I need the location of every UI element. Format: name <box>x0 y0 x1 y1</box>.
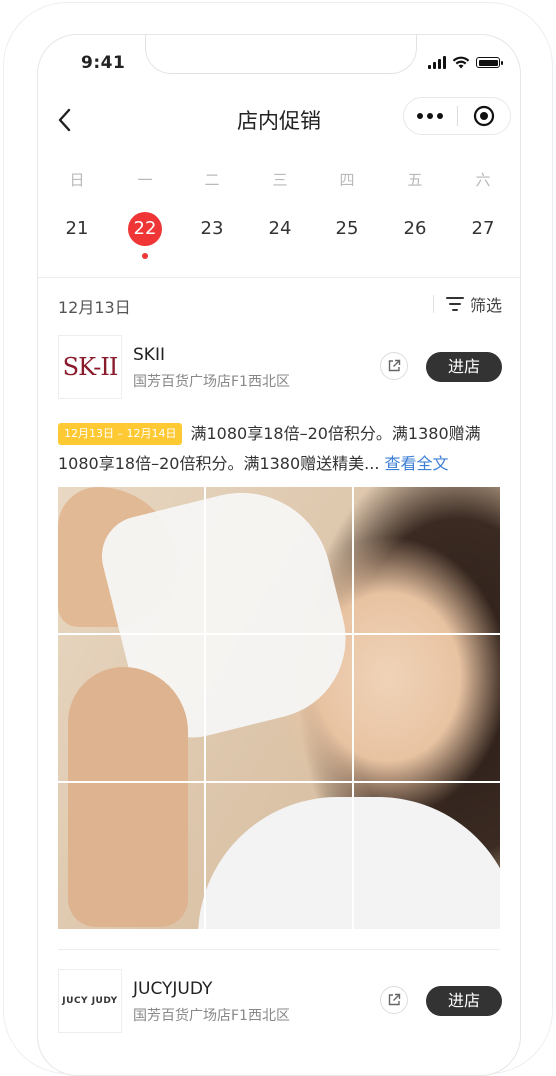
filter-icon <box>445 297 464 311</box>
date-cell-label: 22 <box>133 218 157 239</box>
promo-text-block: 12月13日 – 12月14日 满1080享18倍–20倍积分。满1380赠满10… <box>58 419 504 479</box>
weekday-label: 日 <box>69 171 85 189</box>
enter-store-button[interactable]: 进店 <box>426 352 502 382</box>
date-cell[interactable]: 26 <box>395 211 435 247</box>
signal-icon <box>428 56 446 69</box>
share-icon <box>388 993 401 1006</box>
status-time: 9:41 <box>81 53 126 73</box>
card-divider <box>58 949 500 950</box>
share-button[interactable] <box>380 986 408 1014</box>
more-icon[interactable] <box>404 113 457 119</box>
filter-button[interactable]: 筛选 <box>445 292 502 316</box>
image-grid-overlay <box>58 487 500 929</box>
store-logo: SK-II <box>58 335 122 399</box>
notch <box>145 35 417 74</box>
weekday-label: 四 <box>339 171 355 189</box>
list-date: 12月13日 <box>58 298 131 317</box>
date-cell[interactable]: 27 <box>463 211 503 247</box>
date-cell[interactable]: 24 <box>260 211 300 247</box>
store-address: 国芳百货广场店F1西北区 <box>133 374 290 390</box>
store-card-header: SK-II SKII 国芳百货广场店F1西北区 进店 <box>58 335 502 401</box>
close-target-icon[interactable] <box>458 105 511 127</box>
store-name: JUCYJUDY <box>133 979 213 999</box>
date-cell[interactable]: 23 <box>192 211 232 247</box>
date-cell[interactable]: 21 <box>57 211 97 247</box>
store-logo: JUCY JUDY <box>58 969 122 1033</box>
date-cell[interactable]: 25 <box>327 211 367 247</box>
weekday-row: 日 一 二 三 四 五 六 <box>38 169 520 191</box>
wifi-icon <box>452 56 470 69</box>
read-more-link[interactable]: 查看全文 <box>385 454 449 473</box>
store-name: SKII <box>133 345 165 365</box>
share-button[interactable] <box>380 352 408 380</box>
weekday-label: 二 <box>204 171 220 189</box>
store-card-header: JUCY JUDY JUCYJUDY 国芳百货广场店F1西北区 进店 <box>58 969 502 1035</box>
mini-program-capsule <box>403 97 511 135</box>
date-cell-selected[interactable]: 22 <box>125 211 165 259</box>
weekday-label: 五 <box>407 171 423 189</box>
store-address: 国芳百货广场店F1西北区 <box>133 1008 290 1024</box>
weekday-label: 一 <box>137 171 153 189</box>
calendar-divider <box>38 277 520 278</box>
battery-icon <box>476 57 503 68</box>
selected-date-dot <box>142 253 148 259</box>
weekday-label: 三 <box>272 171 288 189</box>
promo-image[interactable] <box>58 487 500 929</box>
filter-label: 筛选 <box>469 296 502 315</box>
phone-screen: 9:41 店内促销 日 一 二 三 四 五 六 21 22 23 24 25 2… <box>37 34 521 1076</box>
filter-separator <box>433 295 434 313</box>
date-row: 21 22 23 24 25 26 27 <box>38 211 520 259</box>
status-icons <box>428 56 503 69</box>
share-icon <box>388 359 401 372</box>
weekday-label: 六 <box>475 171 491 189</box>
promo-date-tag: 12月13日 – 12月14日 <box>58 423 183 445</box>
enter-store-button[interactable]: 进店 <box>426 986 502 1016</box>
